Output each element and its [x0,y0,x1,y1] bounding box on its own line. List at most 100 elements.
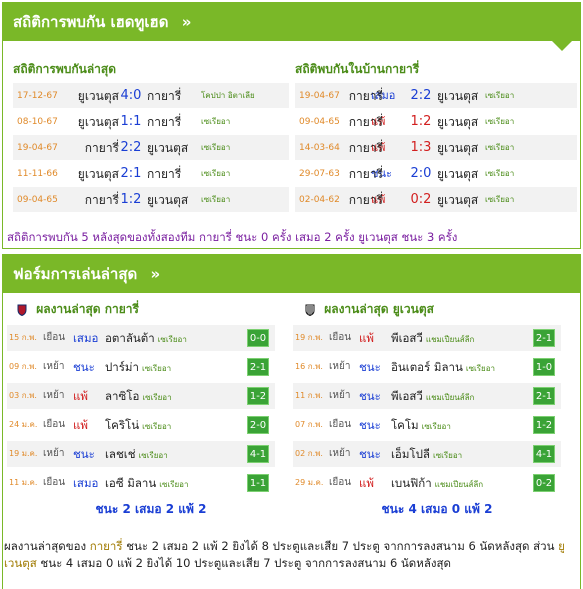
match-date: 24 ม.ค. [9,420,38,429]
opponent[interactable]: เอ็มโปลี เซเรียอา [391,441,462,469]
home-team[interactable]: กายารี่ [341,187,383,213]
score-badge[interactable]: 4-1 [247,445,269,463]
opponent-name[interactable]: ปาร์ม่า [105,360,139,374]
home-team-name[interactable]: กายารี่ [85,141,119,155]
match-score[interactable]: 0:2 [407,187,435,213]
opponent[interactable]: พีเอสวี แชมเปียนส์ลีก [391,383,474,411]
score-badge[interactable]: 1-2 [533,416,555,434]
match-date: 09-04-65 [17,195,58,205]
away-team[interactable]: ยูเวนตุส [437,161,478,187]
home-team-name[interactable]: ยูเวนตุส [78,115,119,129]
match-score[interactable]: 2:1 [117,161,145,187]
match-score[interactable]: 1:3 [407,135,435,161]
opponent-name[interactable]: เบนฟิก้า [391,476,432,490]
form-row: 07 ก.พ. เยือน ชนะ โคโม เซเรียอา 1-2 [293,412,561,438]
score-badge[interactable]: 0-0 [247,329,269,347]
team-link-cagliari[interactable]: กายารี่ [90,539,123,553]
away-team[interactable]: ยูเวนตุส [437,83,478,109]
home-team-name[interactable]: ยูเวนตุส [78,167,119,181]
form-right-heading-wrap: ผลงานล่าสุด ยูเวนตุส [305,299,575,319]
home-team[interactable]: กายารี่ [341,161,383,187]
home-team[interactable]: ยูเวนตุส [63,161,119,187]
match-date: 14-03-64 [299,143,340,153]
home-away: เยือน [329,477,352,488]
opponent-name[interactable]: เอซี มิลาน [105,476,156,490]
h2h-row: 11-11-66 ยูเวนตุส 2:1 กายารี่ เซเรียอา [13,161,289,187]
home-team-name[interactable]: กายารี่ [85,193,119,207]
opponent[interactable]: โคโม เซเรียอา [391,412,451,440]
opponent[interactable]: เลชเช่ เซเรียอา [105,441,168,469]
away-team[interactable]: ยูเวนตุส [437,135,478,161]
home-team[interactable]: ยูเวนตุส [63,109,119,135]
league-name: เซเรียอา [201,117,231,126]
opponent[interactable]: อินเตอร์ มิลาน เซเรียอา [391,354,495,382]
away-team[interactable]: ยูเวนตุส [437,187,478,213]
double-chevron-right-icon[interactable]: » [182,13,192,31]
score-badge[interactable]: 0-2 [533,474,555,492]
away-team[interactable]: ยูเวนตุส [147,135,188,161]
home-team[interactable]: กายารี่ [63,187,119,213]
home-team[interactable]: กายารี่ [341,135,383,161]
double-chevron-right-icon[interactable]: » [150,265,160,283]
home-team[interactable]: กายารี่ [341,83,383,109]
match-score[interactable]: 1:2 [117,187,145,213]
opponent-name[interactable]: โคโม [391,418,419,432]
score-badge[interactable]: 1-1 [247,474,269,492]
opponent-name[interactable]: เลชเช่ [105,447,136,461]
match-score[interactable]: 1:2 [407,109,435,135]
away-team[interactable]: กายารี่ [147,109,181,135]
home-team-name[interactable]: ยูเวนตุส [78,89,119,103]
away-team[interactable]: ยูเวนตุส [437,109,478,135]
opponent[interactable]: ปาร์ม่า เซเรียอา [105,354,171,382]
h2h-summary: สถิติการพบกัน 5 หลังสุดของทั้งสองทีม กาย… [7,230,458,244]
score-badge[interactable]: 2-1 [533,329,555,347]
home-away: เยือน [43,419,66,430]
home-team-name[interactable]: กายารี่ [349,193,383,207]
opponent[interactable]: เอซี มิลาน เซเรียอา [105,470,188,498]
home-team-name[interactable]: กายารี่ [349,167,383,181]
form-row: 24 ม.ค. เยือน แพ้ โคริโน่ เซเรียอา 2-0 [7,412,275,438]
opponent-name[interactable]: โคริโน่ [105,418,139,432]
home-away: เยือน [329,419,352,430]
opponent-name[interactable]: ลาซิโอ [105,389,139,403]
score-badge[interactable]: 1-0 [533,358,555,376]
match-score[interactable]: 2:2 [407,83,435,109]
opponent[interactable]: ลาซิโอ เซเรียอา [105,383,172,411]
away-team[interactable]: กายารี่ [147,83,181,109]
home-team[interactable]: ยูเวนตุส [63,83,119,109]
opponent[interactable]: เบนฟิก้า แชมเปียนส์ลีก [391,470,483,498]
form-row: 09 ก.พ. เหย้า ชนะ ปาร์ม่า เซเรียอา 2-1 [7,354,275,380]
juventus-crest-icon [305,304,315,316]
away-team[interactable]: ยูเวนตุส [147,187,188,213]
score-badge[interactable]: 4-1 [533,445,555,463]
league-name: เซเรียอา [432,451,463,460]
opponent[interactable]: พีเอสวี แชมเปียนส์ลีก [391,325,474,353]
opponent-name[interactable]: เอ็มโปลี [391,447,430,461]
opponent-name[interactable]: พีเอสวี [391,331,423,345]
match-date: 07 ก.พ. [295,420,323,429]
opponent[interactable]: อตาลันต้า เซเรียอา [105,325,187,353]
match-date: 11 ม.ค. [9,478,38,487]
form-row: 29 ม.ค. เยือน แพ้ เบนฟิก้า แชมเปียนส์ลีก 0-2 [293,470,561,496]
home-team-name[interactable]: กายารี่ [349,141,383,155]
opponent-name[interactable]: พีเอสวี [391,389,423,403]
match-score[interactable]: 2:0 [407,161,435,187]
score-badge[interactable]: 2-0 [247,416,269,434]
opponent-name[interactable]: อินเตอร์ มิลาน [391,360,463,374]
h2h-right-heading: สถิติพบกันในบ้านกายารี่ [295,62,420,76]
league-name: โคปปา อิตาเลีย [201,91,255,100]
home-team[interactable]: กายารี่ [63,135,119,161]
match-score[interactable]: 4:0 [117,83,145,109]
match-score[interactable]: 2:2 [117,135,145,161]
home-team-name[interactable]: กายารี่ [349,115,383,129]
match-score[interactable]: 1:1 [117,109,145,135]
score-badge[interactable]: 2-1 [247,358,269,376]
score-badge[interactable]: 2-1 [533,387,555,405]
opponent[interactable]: โคริโน่ เซเรียอา [105,412,171,440]
away-team[interactable]: กายารี่ [147,161,181,187]
match-date: 15 ก.พ. [9,333,37,342]
home-team-name[interactable]: กายารี่ [349,89,383,103]
score-badge[interactable]: 1-2 [247,387,269,405]
home-team[interactable]: กายารี่ [341,109,383,135]
opponent-name[interactable]: อตาลันต้า [105,331,155,345]
